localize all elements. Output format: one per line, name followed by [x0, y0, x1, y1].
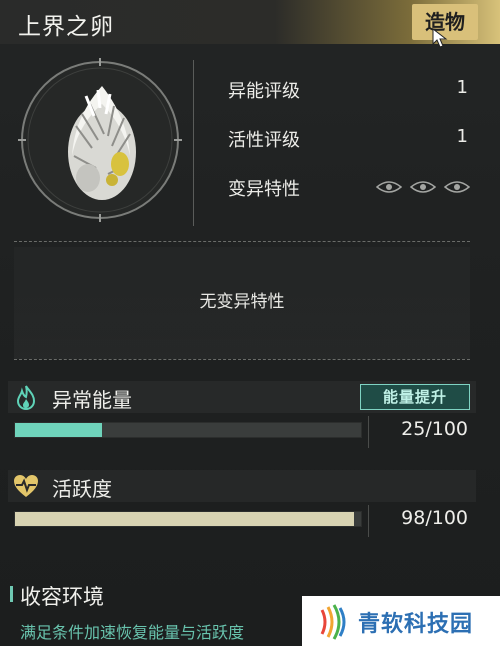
bar-divider [368, 416, 369, 448]
containment-title: 收容环境 [20, 585, 104, 609]
mutation-trait-box: 无变异特性 [14, 247, 470, 359]
bar-divider [368, 505, 369, 537]
egg-portrait [18, 58, 182, 222]
stat-value: 1 [456, 77, 468, 98]
energy-label: 异常能量 [52, 388, 132, 412]
divider-dashed [14, 359, 470, 360]
stat-label: 活性评级 [228, 130, 300, 151]
stat-label: 变异特性 [228, 179, 300, 200]
watermark-logo [320, 604, 346, 640]
activity-label: 活跃度 [52, 477, 112, 501]
heart-pulse-icon [14, 475, 38, 497]
mouse-cursor-icon [432, 28, 448, 48]
activity-header: 活跃度 [8, 470, 476, 502]
energy-value: 25/100 [401, 418, 468, 440]
activity-bar [14, 511, 362, 527]
stat-label: 异能评级 [228, 81, 300, 102]
mutation-slots[interactable] [376, 180, 470, 194]
teal-flame-icon [16, 385, 36, 410]
header-bar: 上界之卵 造物 [0, 0, 500, 48]
section-marker [10, 586, 13, 602]
portrait-divider [193, 60, 194, 226]
creature-panel: 上界之卵 造物 异能评级 1 活性评级 1 变异特性 无变异特性 异常能量 能量… [0, 0, 500, 646]
trait-text: 无变异特性 [199, 292, 285, 312]
watermark-text: 青软科技园 [358, 612, 474, 637]
stat-row-mutation-trait: 变异特性 [228, 172, 474, 202]
creature-name: 上界之卵 [18, 14, 114, 40]
energy-header: 异常能量 能量提升 [8, 381, 476, 413]
eye-icon [444, 181, 470, 193]
site-watermark: 青软科技园 [302, 596, 500, 646]
stat-row-ability-rank: 异能评级 1 [228, 74, 474, 104]
containment-subtitle: 满足条件加速恢复能量与活跃度 [20, 623, 245, 642]
stat-row-activity-rank: 活性评级 1 [228, 123, 474, 153]
energy-bar [14, 422, 362, 438]
eye-icon [376, 181, 402, 193]
activity-value: 98/100 [401, 507, 468, 529]
energy-bar-fill [15, 423, 102, 437]
energy-boost-button[interactable]: 能量提升 [360, 384, 470, 410]
stat-value: 1 [456, 126, 468, 147]
activity-bar-fill [15, 512, 355, 526]
eye-icon [410, 181, 436, 193]
divider-dashed [14, 241, 470, 242]
